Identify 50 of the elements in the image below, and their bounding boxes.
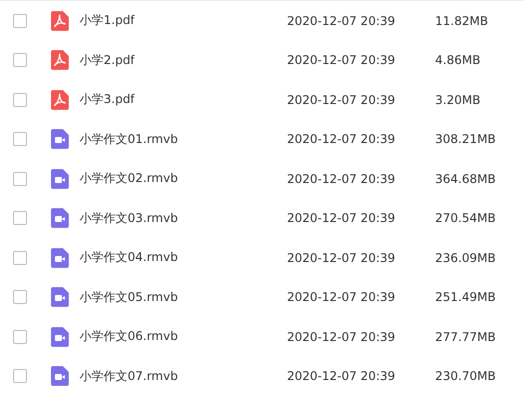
file-name[interactable]: 小学作文04.rmvb [80, 249, 287, 266]
file-size: 270.54MB [435, 211, 497, 226]
video-file-icon [50, 248, 69, 268]
modified-date: 2020-12-07 20:39 [287, 14, 396, 28]
modified-date: 2020-12-07 20:39 [287, 53, 396, 68]
file-size: 11.82MB [435, 14, 490, 28]
file-size: 230.70MB [435, 369, 497, 384]
modified-date: 2020-12-07 20:39 [287, 250, 396, 265]
pdf-file-icon [50, 10, 69, 31]
checkbox[interactable] [13, 330, 27, 344]
file-size: 308.21MB [435, 132, 497, 146]
pdf-file-icon [50, 90, 69, 110]
file-name[interactable]: 小学1.pdf [80, 12, 287, 30]
checkbox[interactable] [13, 211, 27, 226]
file-size: 236.09MB [435, 250, 497, 265]
modified-date: 2020-12-07 20:39 [287, 132, 396, 146]
checkbox[interactable] [13, 172, 27, 186]
file-size: 3.20MB [435, 92, 482, 107]
video-file-icon [50, 326, 69, 347]
checkbox[interactable] [13, 250, 27, 265]
video-file-icon [50, 129, 69, 150]
file-name[interactable]: 小学作文06.rmvb [80, 328, 287, 346]
file-size: 4.86MB [435, 53, 482, 68]
modified-date: 2020-12-07 20:39 [287, 330, 396, 344]
video-file-icon [50, 287, 69, 308]
file-name[interactable]: 小学作文02.rmvb [80, 170, 287, 188]
video-file-icon [50, 208, 69, 228]
checkbox[interactable] [13, 92, 27, 107]
video-file-icon [50, 366, 69, 386]
checkbox[interactable] [13, 290, 27, 304]
pdf-file-icon [50, 50, 69, 70]
modified-date: 2020-12-07 20:39 [287, 92, 396, 107]
file-name[interactable]: 小学作文03.rmvb [80, 210, 287, 227]
file-size: 364.68MB [435, 172, 497, 186]
file-name[interactable]: 小学3.pdf [80, 91, 287, 108]
modified-date: 2020-12-07 20:39 [287, 211, 396, 226]
checkbox[interactable] [13, 369, 27, 384]
file-name[interactable]: 小学作文07.rmvb [80, 368, 287, 385]
modified-date: 2020-12-07 20:39 [287, 290, 396, 304]
checkbox[interactable] [13, 132, 27, 146]
modified-date: 2020-12-07 20:39 [287, 172, 396, 186]
file-name[interactable]: 小学作文05.rmvb [80, 288, 287, 306]
file-size: 277.77MB [435, 330, 497, 344]
modified-date: 2020-12-07 20:39 [287, 369, 396, 384]
file-size: 251.49MB [435, 290, 497, 304]
checkbox[interactable] [13, 14, 27, 28]
file-name[interactable]: 小学2.pdf [80, 52, 287, 69]
video-file-icon [50, 168, 69, 189]
checkbox[interactable] [13, 53, 27, 68]
file-name[interactable]: 小学作文01.rmvb [80, 130, 287, 148]
